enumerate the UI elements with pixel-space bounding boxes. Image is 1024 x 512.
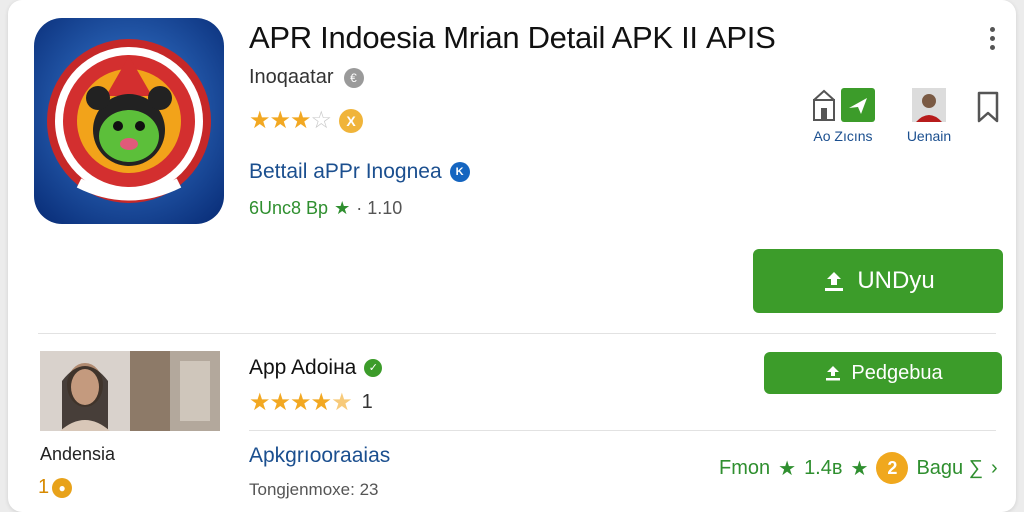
more-options-icon[interactable] [980, 24, 1004, 56]
app-detail-card: APR Indoesia Mrian Detail APK IΙ APIS In… [8, 0, 1016, 512]
secondary-app-link[interactable]: Apkgrıooraaias [249, 444, 390, 468]
link-badge-icon: K [449, 162, 470, 182]
secondary-app-subtext: Tongjenmoxe: 23 [249, 480, 379, 499]
app-link[interactable]: Bettail aPPr Inognea [249, 160, 442, 184]
footer-more-link[interactable]: Bagu ∑ [916, 457, 983, 480]
action-label: Uenain [906, 128, 952, 144]
rating-badge-icon: X [339, 108, 364, 133]
developer-row[interactable]: Inoqaatar € [249, 66, 364, 89]
star-icon: ★ [290, 389, 311, 416]
rating-stars: ★★★☆ [249, 106, 332, 135]
app-size: 6Unc8 Bp [249, 198, 329, 218]
star-empty-icon: ☆ [310, 107, 332, 134]
bookmark-icon[interactable] [975, 90, 1001, 124]
install-button-label: UNDyu [857, 267, 935, 294]
secondary-app-name[interactable]: App Adoiна [249, 356, 356, 380]
app-icon[interactable] [34, 18, 224, 224]
blurred-photo-icon [130, 351, 220, 431]
developer-avatar-icon [912, 88, 946, 122]
app-title: APR Indoesia Mrian Detail APK IΙ APIS [249, 20, 776, 55]
install-button[interactable]: UNDyu [753, 249, 1003, 313]
star-icon: ★ [269, 389, 291, 416]
building-icon [813, 89, 835, 121]
app-version: · 1.10 [356, 198, 403, 218]
thumbnail-rating-value: 1 [38, 476, 50, 498]
star-icon: ★ [310, 389, 332, 416]
thumbnail-rating: 1 ● [38, 476, 73, 499]
person-photo-icon [40, 351, 130, 431]
app-meta-row: 6Unc8 Bp ★ · 1.10 [249, 198, 402, 219]
star-icon: ★ [269, 107, 291, 134]
app-logo-icon [34, 18, 224, 224]
download-icon [826, 366, 841, 381]
footer-value: 1.4в [804, 456, 843, 479]
star-icon: ★ [249, 107, 270, 134]
footer-star-icon: ★ [850, 457, 869, 480]
developer-verified-icon: € [343, 67, 364, 88]
footer-stats[interactable]: Fmon ★ 1.4в ★ 2 Bagu ∑ › [719, 452, 998, 484]
verified-check-icon: ✓ [364, 359, 383, 377]
app-link-row[interactable]: Bettail aPPr Inognea K [249, 160, 470, 184]
download-button-label: Pedgebua [851, 361, 943, 384]
section-divider [249, 430, 996, 431]
action-add-to-list[interactable]: Ao Zıcıns [798, 88, 888, 144]
plane-icon [841, 88, 875, 122]
footer-label: Fmon [719, 456, 771, 479]
download-button[interactable]: Pedgebua [764, 352, 1002, 394]
meta-star-icon: ★ [334, 198, 351, 218]
rating-row: ★★★☆ X [249, 106, 364, 135]
rating-coin-icon: ● [52, 477, 73, 498]
screenshot-thumbnail[interactable] [40, 351, 130, 431]
secondary-rating-stars: ★★★★★ [249, 388, 353, 417]
secondary-rating-count: 1 [361, 391, 373, 413]
star-icon: ★ [249, 389, 270, 416]
upload-icon [825, 272, 844, 291]
thumbnail-caption: Andensia [40, 444, 116, 464]
footer-star-icon: ★ [778, 457, 797, 480]
screenshot-thumbnail[interactable] [130, 351, 220, 431]
secondary-app-name-row[interactable]: App Adoiна ✓ [249, 356, 383, 380]
star-half-icon: ★ [331, 389, 352, 416]
secondary-app-rating: ★★★★★ 1 [249, 388, 373, 417]
action-label: Ao Zıcıns [813, 128, 873, 144]
section-divider [38, 333, 996, 334]
star-icon: ★ [290, 107, 311, 134]
action-developer[interactable]: Uenain [894, 88, 964, 144]
chevron-right-icon[interactable]: › [991, 457, 998, 480]
developer-name[interactable]: Inoqaatar [249, 66, 334, 89]
footer-badge-icon: 2 [876, 452, 909, 484]
